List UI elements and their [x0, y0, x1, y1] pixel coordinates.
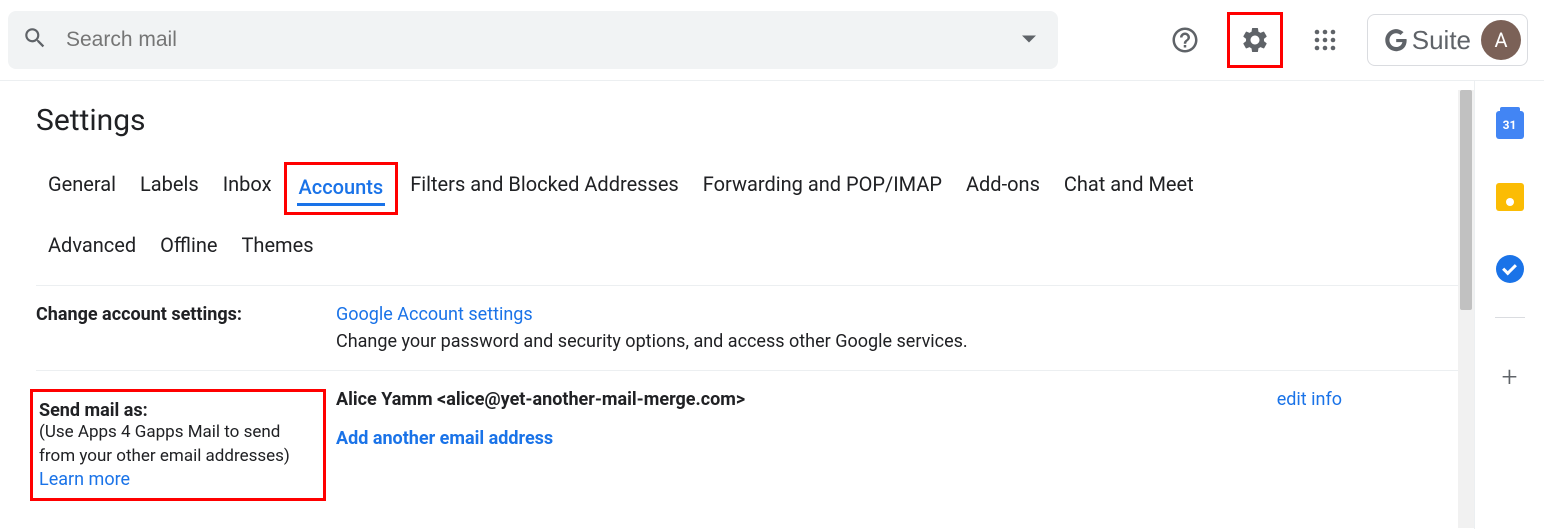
send-mail-as-identity: Alice Yamm <alice@yet-another-mail-merge…: [336, 389, 745, 410]
gsuite-label: Suite: [1382, 25, 1471, 56]
apps-grid-icon[interactable]: [1303, 18, 1347, 62]
side-panel: 31 +: [1474, 81, 1544, 529]
send-mail-as-subtext: (Use Apps 4 Gapps Mail to send from your…: [39, 421, 317, 469]
page-title: Settings: [36, 81, 1462, 162]
header-bar: Suite A: [0, 0, 1544, 80]
tab-chat[interactable]: Chat and Meet: [1052, 162, 1206, 209]
edit-info-link[interactable]: edit info: [1277, 389, 1342, 410]
change-account-desc: Change your password and security option…: [336, 331, 1462, 352]
tab-filters[interactable]: Filters and Blocked Addresses: [398, 162, 691, 209]
tab-general[interactable]: General: [36, 162, 128, 209]
add-addon-icon[interactable]: +: [1496, 362, 1524, 390]
search-icon: [22, 25, 48, 55]
learn-more-link[interactable]: Learn more: [39, 469, 130, 490]
tab-accounts-highlight: Accounts: [284, 162, 399, 215]
avatar[interactable]: A: [1481, 20, 1521, 60]
side-panel-divider: [1495, 317, 1525, 318]
settings-content: Settings General Labels Inbox Accounts F…: [0, 81, 1474, 529]
tab-addons[interactable]: Add-ons: [954, 162, 1052, 209]
help-icon[interactable]: [1163, 18, 1207, 62]
tab-themes[interactable]: Themes: [230, 223, 326, 267]
tab-forwarding[interactable]: Forwarding and POP/IMAP: [691, 162, 954, 209]
send-mail-as-label: Send mail as:: [39, 400, 317, 421]
calendar-icon[interactable]: 31: [1496, 111, 1524, 139]
tab-accounts[interactable]: Accounts: [297, 171, 386, 206]
tab-inbox[interactable]: Inbox: [211, 162, 284, 209]
search-input[interactable]: [66, 28, 1014, 52]
settings-tabs: General Labels Inbox Accounts Filters an…: [36, 162, 1462, 286]
gsuite-chip[interactable]: Suite A: [1367, 14, 1528, 66]
section-send-mail-as: Send mail as: (Use Apps 4 Gapps Mail to …: [36, 371, 1462, 519]
add-another-email-link[interactable]: Add another email address: [336, 428, 553, 449]
tab-advanced[interactable]: Advanced: [36, 223, 148, 267]
search-box[interactable]: [8, 11, 1058, 69]
section-change-account: Change account settings: Google Account …: [36, 286, 1462, 371]
search-options-dropdown-icon[interactable]: [1014, 23, 1044, 58]
tasks-icon[interactable]: [1496, 255, 1524, 283]
scrollbar-thumb[interactable]: [1460, 90, 1472, 310]
section-label-change-account: Change account settings:: [36, 304, 336, 352]
tab-offline[interactable]: Offline: [148, 223, 229, 267]
scrollbar-track[interactable]: [1458, 90, 1474, 528]
header-right: Suite A: [1163, 12, 1528, 68]
send-mail-as-highlight: Send mail as: (Use Apps 4 Gapps Mail to …: [30, 389, 326, 501]
google-account-settings-link[interactable]: Google Account settings: [336, 304, 533, 325]
settings-gear-icon[interactable]: [1227, 12, 1283, 68]
tab-labels[interactable]: Labels: [128, 162, 211, 209]
keep-icon[interactable]: [1496, 183, 1524, 211]
